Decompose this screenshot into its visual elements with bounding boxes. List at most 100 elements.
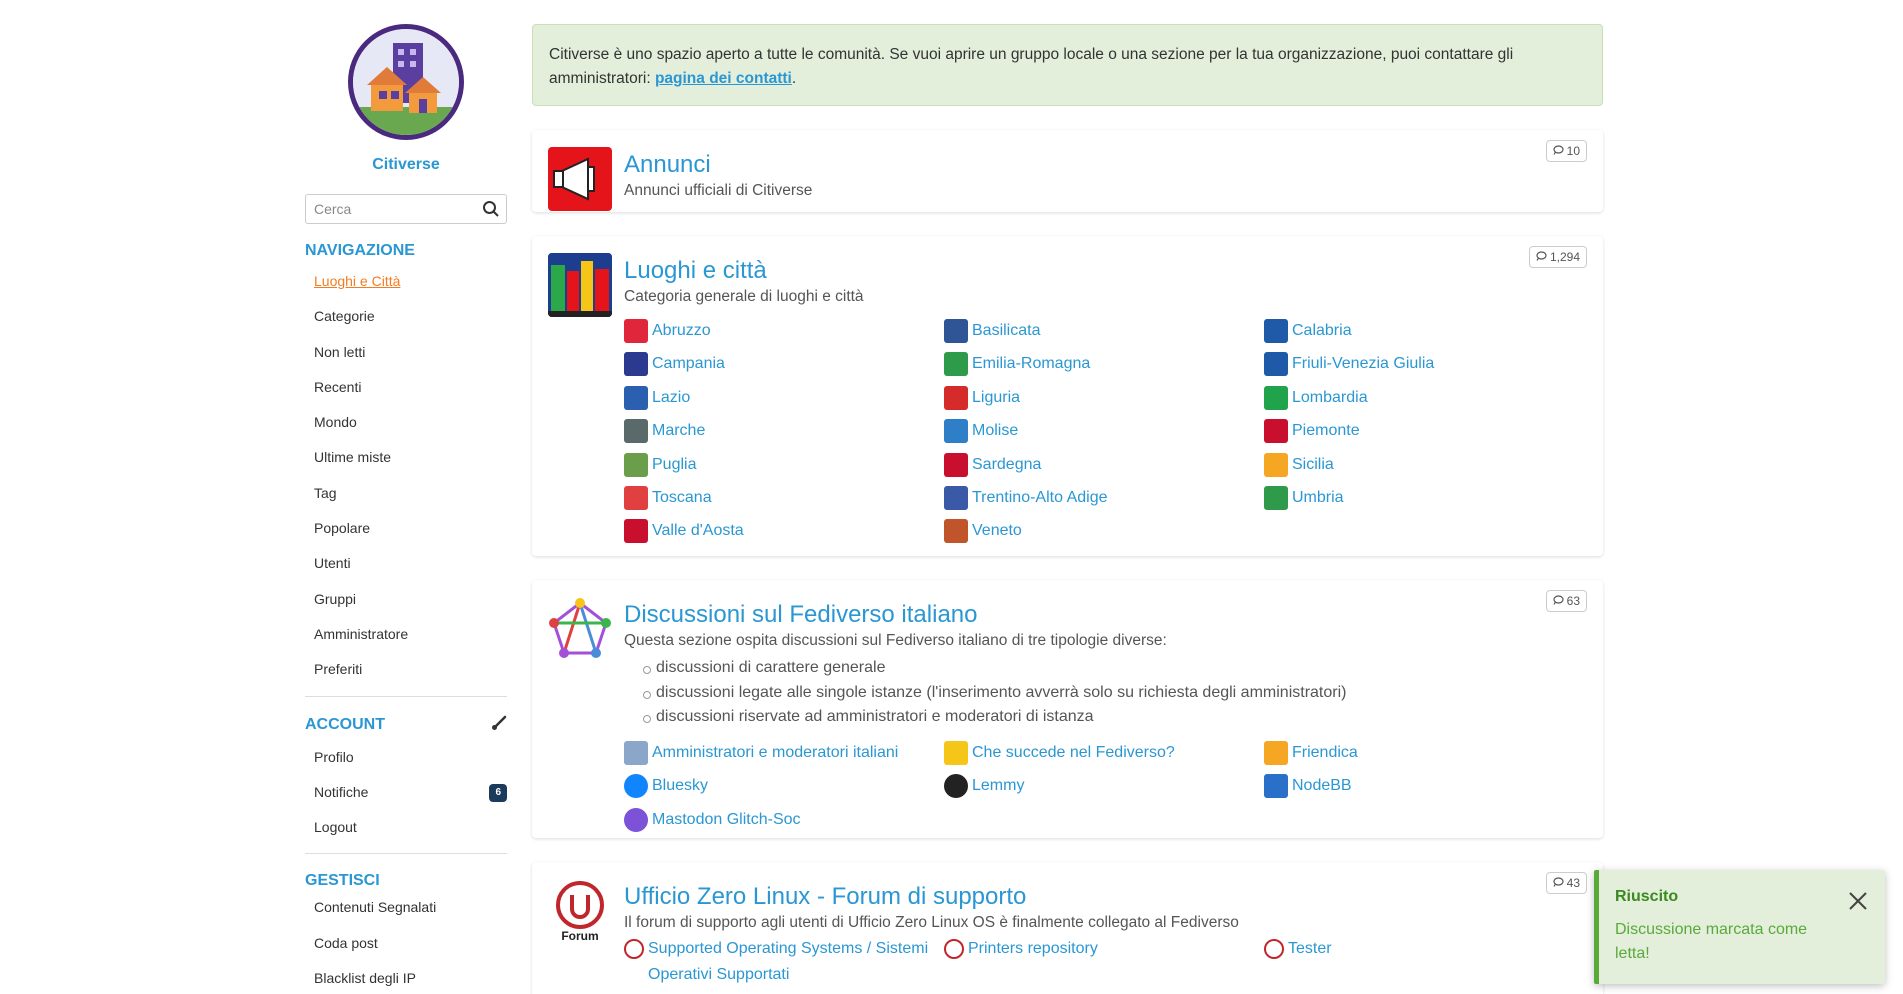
category-fediverso: 63 Discussioni sul Fediverso italiano Qu… (532, 580, 1603, 838)
comment-icon (1536, 250, 1547, 264)
subcategory-toscana[interactable]: Toscana (624, 481, 944, 514)
nav-item-categorie[interactable]: Categorie (305, 299, 507, 334)
region-flag-icon (944, 486, 968, 511)
nav-item-preferiti[interactable]: Preferiti (305, 652, 507, 687)
manage-item-blacklist[interactable]: Blacklist degli IP (305, 961, 507, 994)
search-input[interactable] (314, 201, 474, 217)
category-title[interactable]: Discussioni sul Fediverso italiano (624, 600, 1587, 630)
subcategory-friuli[interactable]: Friuli-Venezia Giulia (1264, 347, 1584, 380)
region-flag-icon (624, 519, 648, 544)
subcategory-mastodon[interactable]: Mastodon Glitch-Soc (624, 803, 944, 836)
nodebb-icon (1264, 774, 1288, 799)
subcategory-basilicata[interactable]: Basilicata (944, 314, 1264, 347)
subcategory-che-succede[interactable]: Che succede nel Fediverso? (944, 736, 1264, 769)
subcategory-abruzzo[interactable]: Abruzzo (624, 314, 944, 347)
region-flag-icon (624, 452, 648, 477)
site-name[interactable]: Citiverse (372, 156, 440, 174)
nav-item-mondo[interactable]: Mondo (305, 405, 507, 440)
subcategory-campania[interactable]: Campania (624, 347, 944, 380)
nav-item-gruppi[interactable]: Gruppi (305, 582, 507, 617)
toast-title: Riuscito (1615, 888, 1679, 905)
subcategory-umbria[interactable]: Umbria (1264, 481, 1584, 514)
subcategory-lazio[interactable]: Lazio (624, 381, 944, 414)
subcategory-piemonte[interactable]: Piemonte (1264, 414, 1584, 447)
nav-item-amministratore[interactable]: Amministratore (305, 617, 507, 652)
nav-title: NAVIGAZIONE (305, 242, 415, 259)
region-flag-icon (624, 419, 648, 444)
comment-icon (1553, 144, 1564, 158)
region-flag-icon (1264, 486, 1288, 511)
megaphone-icon[interactable] (548, 147, 612, 211)
account-item-profilo[interactable]: Profilo (305, 740, 507, 775)
subcategory-liguria[interactable]: Liguria (944, 381, 1264, 414)
bullet-item: discussioni riservate ad amministratori … (624, 705, 1587, 730)
brush-icon[interactable] (491, 715, 507, 736)
account-item-notifiche[interactable]: Notifiche 6 (305, 775, 507, 810)
nav-item-utenti[interactable]: Utenti (305, 546, 507, 581)
manage-item-coda-post[interactable]: Coda post (305, 926, 507, 961)
comment-icon (1553, 594, 1564, 608)
subcategory-valle-daosta[interactable]: Valle d'Aosta (624, 514, 944, 547)
close-icon[interactable] (1845, 888, 1871, 914)
nav-item-non-letti[interactable]: Non letti (305, 335, 507, 370)
subcategory-tester[interactable]: Tester (1264, 936, 1584, 988)
category-ufficio-zero: Forum 43 Ufficio Zero Linux - Forum di s… (532, 862, 1603, 994)
nav-item-popolare[interactable]: Popolare (305, 511, 507, 546)
nav-item-recenti[interactable]: Recenti (305, 370, 507, 405)
subcategory-marche[interactable]: Marche (624, 414, 944, 447)
city-buildings-icon[interactable] (548, 253, 612, 317)
subcategory-bluesky[interactable]: Bluesky (624, 769, 944, 802)
category-desc: Categoria generale di luoghi e città (624, 288, 864, 305)
site-logo[interactable] (348, 24, 464, 140)
subcategory-printers[interactable]: Printers repository (944, 936, 1264, 988)
category-title[interactable]: Ufficio Zero Linux - Forum di supporto (624, 882, 1587, 912)
description-bullets: discussioni di carattere generale discus… (624, 656, 1587, 730)
subcategory-veneto[interactable]: Veneto (944, 514, 1264, 547)
account-item-logout[interactable]: Logout (305, 810, 507, 845)
ufficio-zero-icon[interactable]: Forum (548, 879, 612, 943)
nav-item-luoghi[interactable]: Luoghi e Città (305, 264, 507, 299)
subcategory-trentino[interactable]: Trentino-Alto Adige (944, 481, 1264, 514)
account-list: Profilo Notifiche 6 Logout (305, 740, 507, 846)
subcategory-puglia[interactable]: Puglia (624, 448, 944, 481)
subcategory-emilia-romagna[interactable]: Emilia-Romagna (944, 347, 1264, 380)
contact-link[interactable]: pagina dei contatti (655, 70, 792, 87)
subcategory-molise[interactable]: Molise (944, 414, 1264, 447)
subcategory-lemmy[interactable]: Lemmy (944, 769, 1264, 802)
subcategory-admin-mod[interactable]: Amministratori e moderatori italiani (624, 736, 944, 769)
region-flag-icon (944, 419, 968, 444)
news-icon (944, 740, 968, 765)
subcategory-lombardia[interactable]: Lombardia (1264, 381, 1584, 414)
nav-item-tag[interactable]: Tag (305, 476, 507, 511)
subcategory-friendica[interactable]: Friendica (1264, 736, 1584, 769)
divider (305, 853, 507, 855)
search-icon[interactable] (482, 200, 500, 223)
nav-item-ultime-miste[interactable]: Ultime miste (305, 440, 507, 475)
region-flag-icon (624, 385, 648, 410)
category-desc: Annunci ufficiali di Citiverse (624, 182, 813, 199)
main-content: Citiverse è uno spazio aperto a tutte le… (532, 24, 1603, 994)
notice-banner: Citiverse è uno spazio aperto a tutte le… (532, 24, 1603, 106)
region-flag-icon (944, 519, 968, 544)
subcategory-sardegna[interactable]: Sardegna (944, 448, 1264, 481)
region-flag-icon (1264, 319, 1288, 343)
post-count-badge: 1,294 (1528, 246, 1587, 268)
manage-title: GESTISCI (305, 872, 380, 890)
category-title[interactable]: Annunci (624, 150, 1587, 180)
manage-item-segnalati[interactable]: Contenuti Segnalati (305, 890, 507, 925)
category-title[interactable]: Luoghi e città (624, 256, 1587, 286)
subcategory-sicilia[interactable]: Sicilia (1264, 448, 1584, 481)
region-flag-icon (944, 319, 968, 343)
subcategory-grid: Supported Operating Systems / Sistemi Op… (624, 936, 1587, 988)
region-flag-icon (944, 385, 968, 410)
subcategory-supported-os[interactable]: Supported Operating Systems / Sistemi Op… (624, 936, 944, 988)
success-toast[interactable]: Riuscito Discussione marcata come letta! (1594, 870, 1885, 984)
category-luoghi: 1,294 Luoghi e città Categoria generale … (532, 236, 1603, 556)
subcategory-calabria[interactable]: Calabria (1264, 314, 1584, 347)
region-flag-icon (1264, 452, 1288, 477)
category-annunci: 10 Annunci Annunci ufficiali di Citivers… (532, 130, 1603, 212)
fediverse-icon[interactable] (548, 597, 612, 661)
sidebar: Citiverse NAVIGAZIONE Luoghi e Città Cat… (305, 24, 507, 994)
subcategory-nodebb[interactable]: NodeBB (1264, 769, 1584, 802)
manage-list: Contenuti Segnalati Coda post Blacklist … (305, 890, 507, 994)
